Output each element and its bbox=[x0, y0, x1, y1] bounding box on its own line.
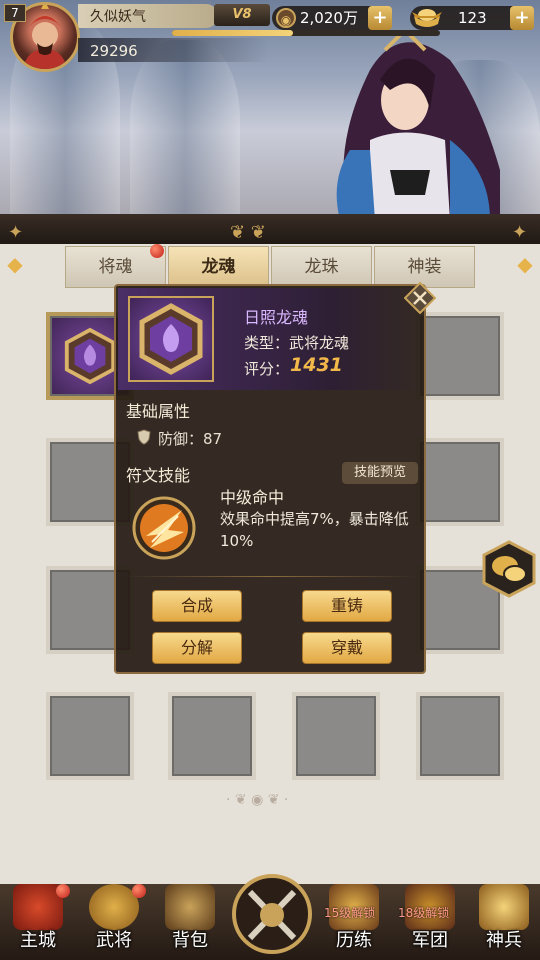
curtain-decor bbox=[130, 40, 240, 218]
base-attributes-title: 基础属性 bbox=[126, 402, 191, 421]
player-level-badge: 7 bbox=[4, 4, 26, 22]
item-score-label: 评分： bbox=[244, 360, 290, 378]
empty-slot[interactable] bbox=[46, 692, 134, 780]
helmet-icon bbox=[165, 884, 215, 930]
skill-description: 效果命中提高7%，暴击降低10% bbox=[220, 510, 409, 550]
recast-button[interactable]: 重铸 bbox=[302, 590, 392, 622]
decompose-button[interactable]: 分解 bbox=[152, 632, 242, 664]
shield-icon bbox=[137, 429, 151, 445]
exp-bar-fill bbox=[172, 30, 293, 36]
copper-resource: ◉ 2,020万 + bbox=[272, 6, 392, 30]
add-copper-button[interactable]: + bbox=[368, 6, 392, 30]
chat-icon[interactable] bbox=[480, 540, 538, 598]
rune-skill-title: 符文技能 bbox=[126, 466, 191, 485]
nav-backpack[interactable]: 背包 bbox=[158, 880, 222, 958]
ingot-amount: 123 bbox=[458, 9, 487, 27]
ornament-icon: ❦ ❦ bbox=[230, 222, 266, 243]
add-ingot-button[interactable]: + bbox=[510, 6, 534, 30]
notification-dot bbox=[56, 884, 70, 898]
skill-name: 中级命中 bbox=[220, 488, 285, 507]
vip-badge[interactable]: V8 bbox=[214, 4, 270, 26]
nav-label: 主城 bbox=[20, 930, 56, 951]
crossed-swords-icon bbox=[232, 874, 312, 954]
close-icon[interactable] bbox=[404, 282, 436, 314]
dragon-soul-rune-icon bbox=[139, 303, 203, 375]
weapon-emblem-icon bbox=[479, 884, 529, 930]
item-score: 1431 bbox=[290, 354, 343, 376]
compose-button[interactable]: 合成 bbox=[152, 590, 242, 622]
empty-slot[interactable] bbox=[416, 312, 504, 400]
nav-divine-weapon[interactable]: 神兵 bbox=[472, 880, 536, 958]
footer-ornament-icon: · ❦ ◉ ❦ · bbox=[226, 792, 289, 808]
nav-label: 神兵 bbox=[486, 930, 522, 951]
ingot-resource: 123 + bbox=[410, 6, 534, 30]
tab-dragon-pearl[interactable]: 龙珠 bbox=[271, 246, 372, 288]
dragon-soul-rune-icon bbox=[64, 327, 116, 385]
player-name: 久似妖气 bbox=[90, 9, 146, 25]
copper-amount: 2,020万 bbox=[300, 9, 358, 27]
skill-icon bbox=[132, 496, 196, 560]
unlock-level-label: 18级解锁 bbox=[398, 906, 450, 920]
unlock-level-label: 15级解锁 bbox=[324, 906, 376, 920]
top-bar: 7 久似妖气 V8 29296 ◉ 2,020万 + 123 + bbox=[0, 0, 540, 72]
empty-slot[interactable] bbox=[292, 692, 380, 780]
exp-bar bbox=[172, 30, 440, 36]
item-name: 日照龙魂 bbox=[244, 308, 309, 327]
side-gem-icon: ◆ bbox=[517, 252, 533, 276]
divider bbox=[126, 576, 416, 577]
nav-label: 历练 bbox=[336, 930, 372, 951]
combat-power: 29296 bbox=[90, 42, 138, 60]
empty-slot[interactable] bbox=[416, 692, 504, 780]
notification-dot bbox=[150, 244, 164, 258]
panel-header-frame bbox=[0, 214, 540, 244]
nav-label: 武将 bbox=[96, 930, 132, 951]
item-detail-popup: 日照龙魂 类型：武将龙魂 评分： 1431 基础属性 防御：87 符文技能 技能… bbox=[114, 282, 436, 674]
side-gem-icon: ◆ bbox=[7, 252, 23, 276]
tab-dragon-soul[interactable]: 龙魂 bbox=[168, 246, 269, 288]
nav-label: 军团 bbox=[412, 930, 448, 951]
gold-ingot-icon bbox=[410, 4, 444, 30]
ornament-icon: ✦ bbox=[8, 222, 24, 243]
nav-label: 背包 bbox=[172, 930, 208, 951]
empty-slot[interactable] bbox=[416, 438, 504, 526]
item-icon-frame bbox=[128, 296, 214, 382]
equip-button[interactable]: 穿戴 bbox=[302, 632, 392, 664]
defense-stat: 防御：87 bbox=[158, 430, 223, 448]
copper-coin-icon: ◉ bbox=[276, 8, 296, 28]
skill-preview-button[interactable]: 技能预览 bbox=[342, 462, 418, 484]
notification-dot bbox=[132, 884, 146, 898]
item-type: 类型：武将龙魂 bbox=[244, 334, 350, 352]
ornament-icon: ✦ bbox=[512, 222, 528, 243]
empty-slot[interactable] bbox=[168, 692, 256, 780]
nav-battle[interactable] bbox=[230, 868, 314, 956]
